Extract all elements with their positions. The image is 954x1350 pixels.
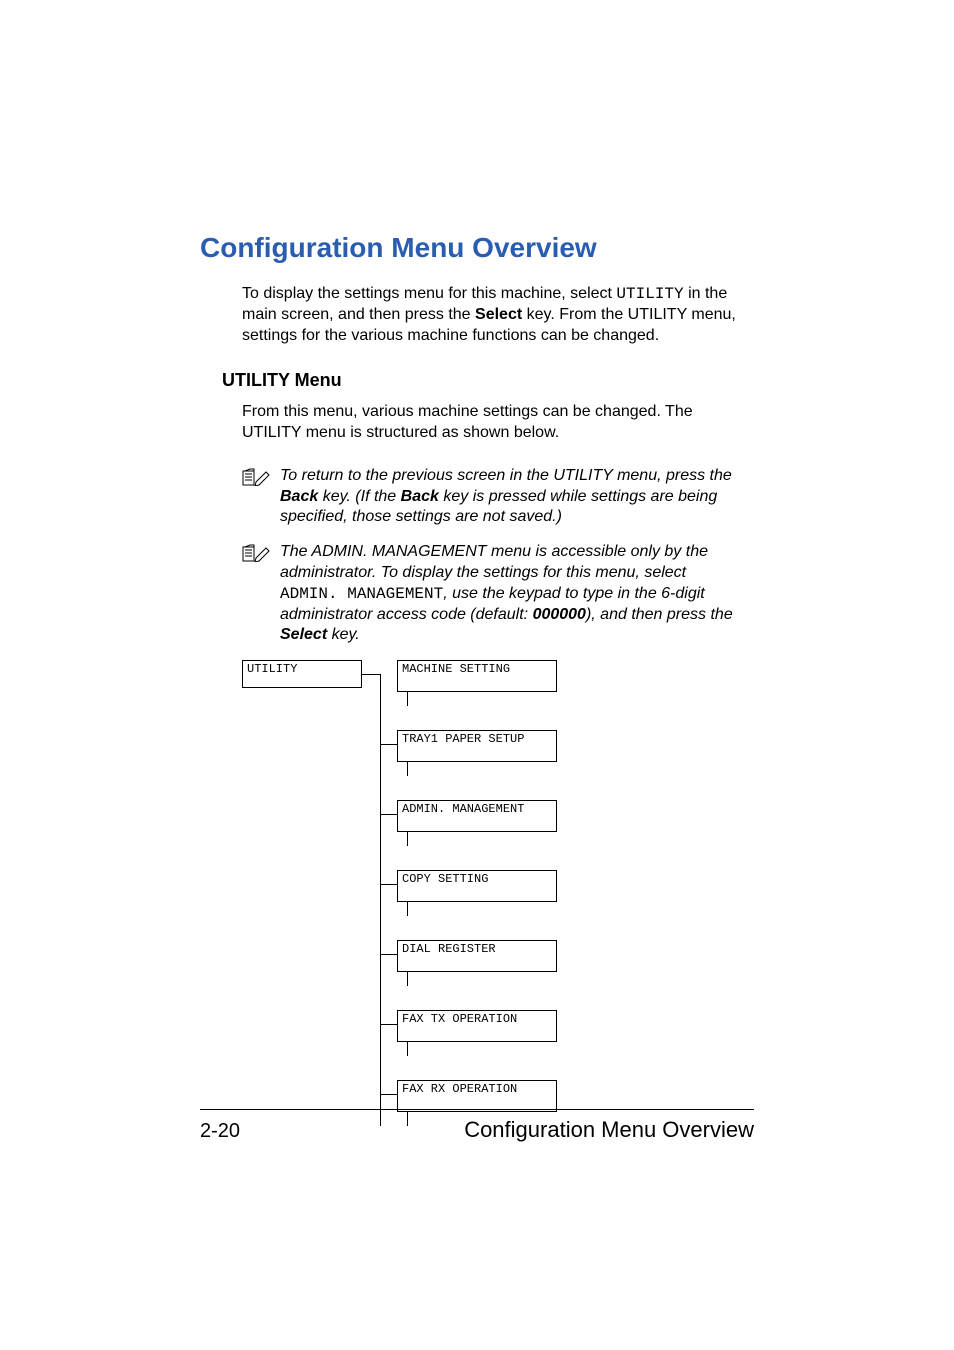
- connector: [407, 832, 408, 846]
- note2-code: ADMIN. MANAGEMENT: [280, 585, 443, 603]
- page-footer: 2-20 Configuration Menu Overview: [200, 1116, 754, 1145]
- footer-rule: [200, 1109, 754, 1110]
- note1-c: key. (If the: [318, 488, 400, 505]
- tree-child: FAX RX OPERATION: [397, 1080, 557, 1112]
- tree-child: DIAL REGISTER: [397, 940, 557, 972]
- note1-a: To return to the previous screen in the …: [280, 467, 732, 484]
- note-2: The ADMIN. MANAGEMENT menu is accessible…: [242, 542, 754, 646]
- tree-child: TRAY1 PAPER SETUP: [397, 730, 557, 762]
- note2-a: The ADMIN. MANAGEMENT menu is accessible…: [280, 543, 708, 581]
- connector: [380, 744, 397, 745]
- intro-paragraph: To display the settings menu for this ma…: [242, 284, 754, 346]
- connector: [380, 884, 397, 885]
- tree-child: MACHINE SETTING: [397, 660, 557, 692]
- tree-child: COPY SETTING: [397, 870, 557, 902]
- note2-bold2: Select: [280, 626, 327, 643]
- connector: [407, 692, 408, 706]
- intro-code: UTILITY: [616, 285, 683, 303]
- note1-b1: Back: [280, 488, 318, 505]
- intro-bold: Select: [475, 306, 522, 323]
- menu-tree: UTILITY MACHINE SETTING TRAY1 PAPER SETU…: [242, 660, 754, 1180]
- connector: [362, 674, 380, 675]
- tree-child: ADMIN. MANAGEMENT: [397, 800, 557, 832]
- page-title: Configuration Menu Overview: [200, 230, 754, 266]
- note2-bold1: 000000: [533, 606, 586, 623]
- connector: [380, 674, 381, 1126]
- connector: [407, 902, 408, 916]
- note-icon: [242, 468, 270, 486]
- note1-b2: Back: [401, 488, 439, 505]
- connector: [407, 762, 408, 776]
- section-heading: UTILITY Menu: [222, 369, 754, 392]
- footer-title: Configuration Menu Overview: [464, 1116, 754, 1145]
- page-number: 2-20: [200, 1118, 240, 1144]
- section-intro: From this menu, various machine settings…: [242, 402, 754, 444]
- tree-child: FAX TX OPERATION: [397, 1010, 557, 1042]
- connector: [380, 954, 397, 955]
- connector: [380, 1094, 397, 1095]
- note-icon: [242, 544, 270, 562]
- note2-d: key.: [327, 626, 360, 643]
- note-1: To return to the previous screen in the …: [242, 466, 754, 528]
- connector: [380, 1024, 397, 1025]
- connector: [380, 814, 397, 815]
- tree-root: UTILITY: [242, 660, 362, 688]
- connector: [407, 972, 408, 986]
- note2-c: ), and then press the: [586, 606, 733, 623]
- connector: [407, 1042, 408, 1056]
- intro-pre: To display the settings menu for this ma…: [242, 285, 616, 302]
